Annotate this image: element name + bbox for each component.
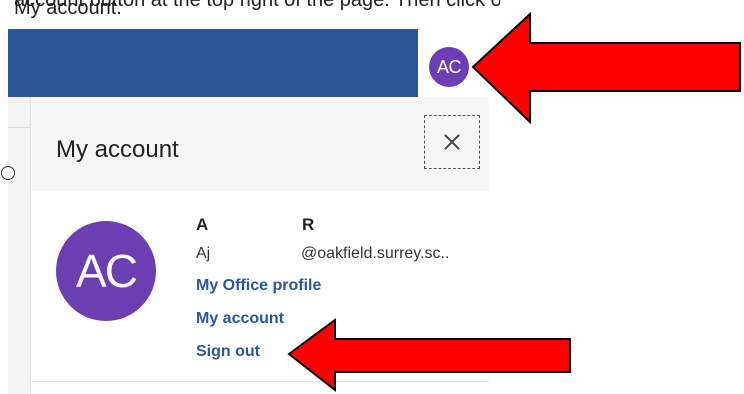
profile-avatar: AC: [56, 221, 156, 321]
red-arrow-bottom-icon: [287, 318, 571, 393]
user-email-domain: @oakfield.surrey.sc..: [301, 245, 450, 262]
sign-out-link[interactable]: Sign out: [196, 343, 260, 361]
my-account-link[interactable]: My account: [196, 310, 284, 328]
user-last-name: R: [302, 215, 315, 234]
my-office-profile-link[interactable]: My Office profile: [196, 277, 321, 295]
left-page-strip: [8, 97, 30, 394]
left-strip-divider: [8, 127, 30, 128]
panel-title: My account: [56, 136, 179, 163]
close-icon: [444, 134, 460, 150]
partial-circle-icon: [1, 166, 15, 180]
user-first-name: A: [196, 215, 209, 234]
panel-header: My account: [31, 97, 489, 191]
user-email-prefix: Aj: [196, 245, 211, 262]
profile-avatar-initials: AC: [76, 245, 138, 297]
instruction-caption: account button at the top right of the p…: [0, 0, 500, 22]
instruction-text: account button at the top right of the p…: [14, 0, 500, 19]
office-header-bar: [8, 29, 418, 97]
red-arrow-top-icon: [471, 11, 741, 125]
